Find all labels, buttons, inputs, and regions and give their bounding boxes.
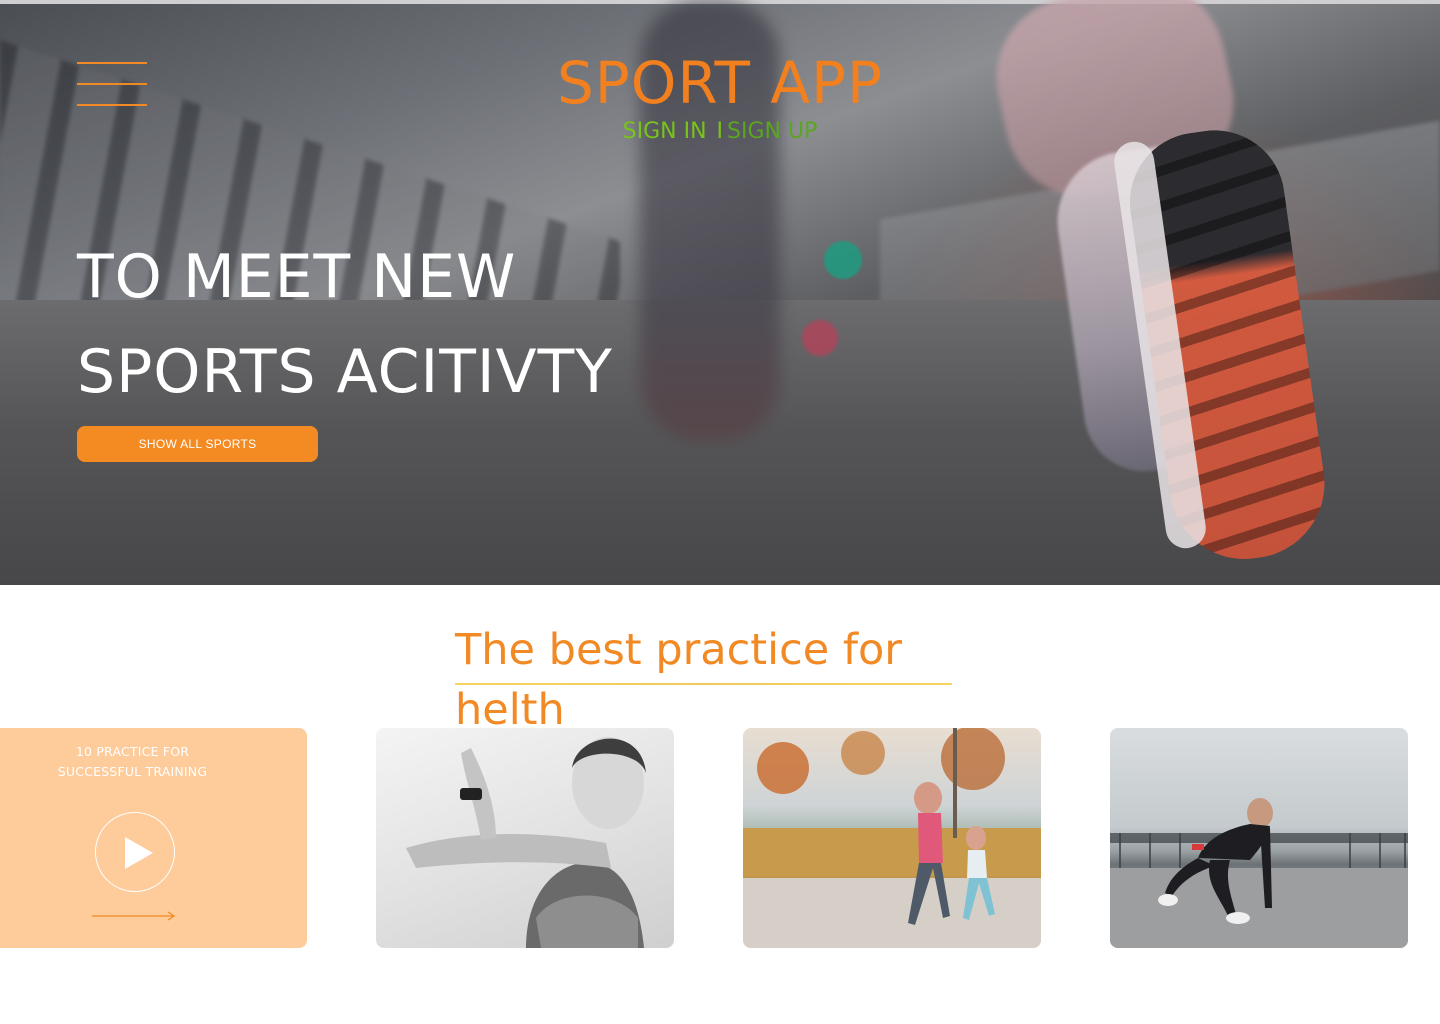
mother-daughter-running-photo[interactable] bbox=[743, 728, 1041, 948]
arrow-right-icon[interactable] bbox=[92, 910, 177, 922]
section-title: The best practice for helth bbox=[455, 625, 902, 735]
hero-headline-line2: SPORTS ACITIVTY bbox=[77, 337, 613, 407]
promo-line2: SUCCESSFUL TRAINING bbox=[57, 764, 208, 779]
play-triangle-icon bbox=[125, 837, 153, 869]
hero-headline-line1: TO MEET NEW bbox=[77, 242, 517, 312]
menu-line-icon bbox=[77, 62, 147, 64]
menu-line-icon bbox=[77, 104, 147, 106]
woman-stretching-photo[interactable] bbox=[376, 728, 674, 948]
show-all-sports-button[interactable]: SHOW ALL SPORTS bbox=[77, 426, 318, 462]
brand-logo: SPORT APP bbox=[556, 49, 884, 117]
hero-headline: TO MEET NEW SPORTS ACITIVTY bbox=[77, 230, 697, 420]
promo-card: 10 PRACTICE FOR SUCCESSFUL TRAINING bbox=[0, 728, 307, 948]
auth-separator: I bbox=[716, 119, 724, 144]
sign-up-link[interactable]: SIGN UP bbox=[727, 119, 817, 144]
promo-card-text: 10 PRACTICE FOR SUCCESSFUL TRAINING bbox=[40, 742, 225, 782]
auth-links: SIGN IN I SIGN UP bbox=[560, 118, 880, 146]
menu-line-icon bbox=[77, 83, 147, 85]
section-title-underline bbox=[455, 683, 952, 685]
bokeh-green-dot bbox=[824, 241, 862, 279]
man-sprint-start-photo[interactable] bbox=[1110, 728, 1408, 948]
running-park-illustration bbox=[743, 728, 1041, 948]
play-icon[interactable] bbox=[95, 812, 175, 892]
sign-in-link[interactable]: SIGN IN bbox=[623, 119, 707, 144]
hamburger-menu-icon[interactable] bbox=[77, 62, 147, 108]
sprint-start-illustration bbox=[1110, 798, 1408, 948]
bokeh-red-dot bbox=[802, 320, 838, 356]
woman-stretching-illustration bbox=[406, 737, 646, 948]
promo-line1: 10 PRACTICE FOR bbox=[75, 744, 190, 759]
